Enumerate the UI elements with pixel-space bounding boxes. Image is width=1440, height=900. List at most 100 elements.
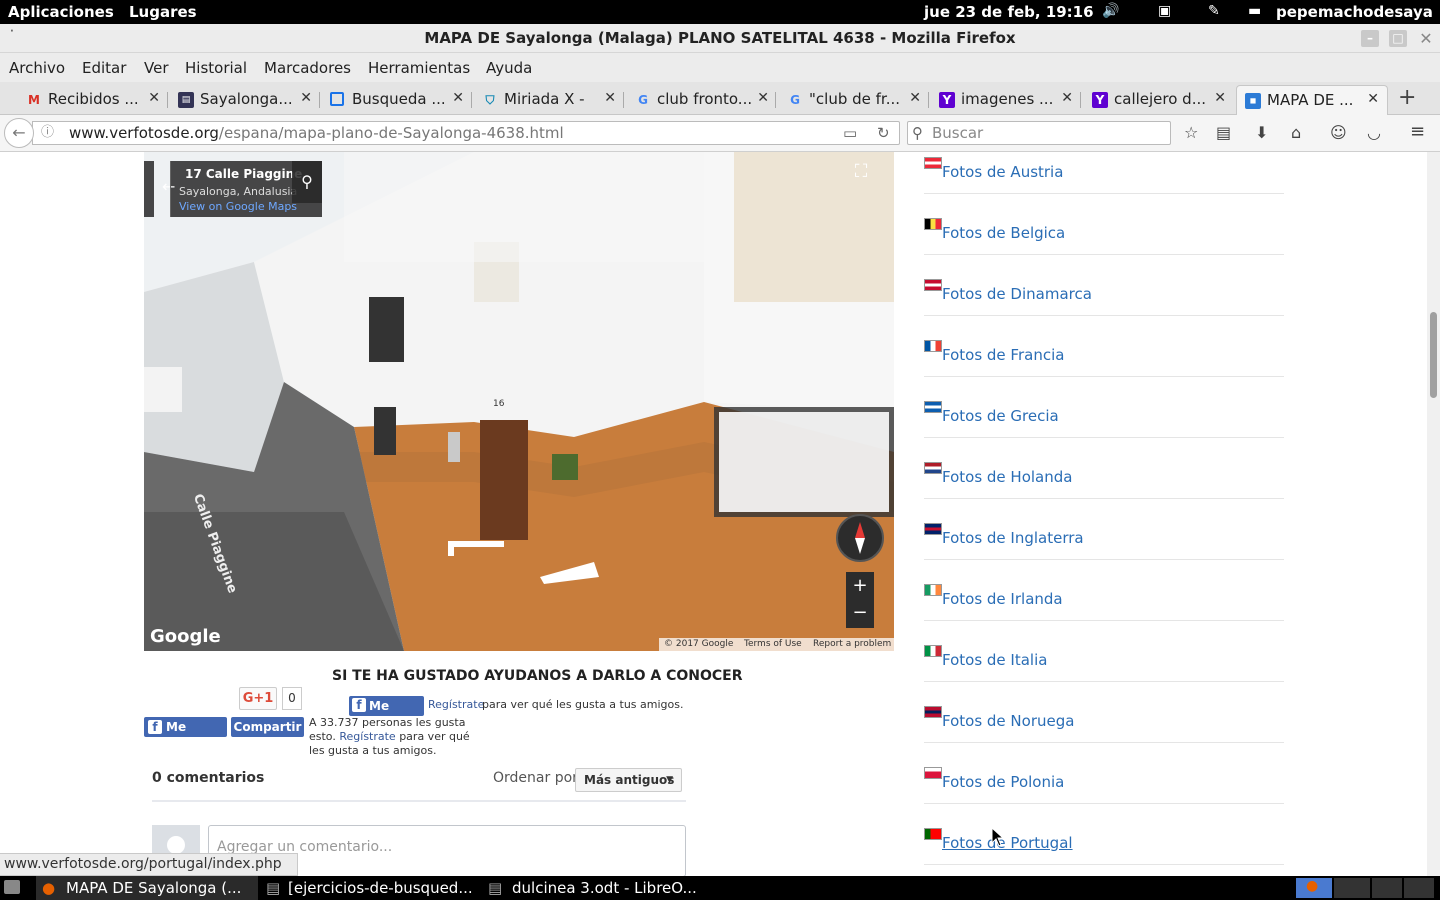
close-tab-icon[interactable]: ✕ <box>909 90 921 106</box>
back-button-panel[interactable] <box>144 161 154 217</box>
close-tab-icon[interactable]: ✕ <box>300 90 312 106</box>
close-tab-icon[interactable]: ✕ <box>148 90 160 106</box>
page-scrollbar[interactable] <box>1427 152 1440 876</box>
places-menu[interactable]: Lugares <box>129 3 197 21</box>
system-top-panel: Aplicaciones Lugares jue 23 de feb, 19:1… <box>0 0 1440 24</box>
country-divider <box>924 620 1284 621</box>
chat-icon[interactable]: ▬ <box>1248 3 1261 19</box>
facebook-register-link-top[interactable]: Regístrate <box>428 698 484 711</box>
tab-gmail[interactable]: M Recibidos ... ✕ <box>18 85 160 115</box>
reload-icon[interactable]: ↻ <box>877 122 890 144</box>
country-link[interactable]: Fotos de Portugal <box>942 834 1073 852</box>
menu-herramientas[interactable]: Herramientas <box>368 59 470 77</box>
home-icon[interactable]: ⌂ <box>1291 123 1301 142</box>
downloads-icon[interactable]: ⬇ <box>1255 123 1268 142</box>
tab-club-fronton[interactable]: G club fronto... ✕ <box>627 85 769 115</box>
network-icon[interactable]: ▣ <box>1158 3 1171 19</box>
fullscreen-icon[interactable]: ⛶ <box>848 161 874 187</box>
applications-menu[interactable]: Aplicaciones <box>8 3 114 21</box>
tab-callejero[interactable]: Y callejero d... ✕ <box>1084 85 1226 115</box>
menu-ayuda[interactable]: Ayuda <box>486 59 532 77</box>
tab-club-de-fr[interactable]: G "club de fr... ✕ <box>779 85 921 115</box>
clock[interactable]: jue 23 de feb, 19:16 <box>924 3 1094 21</box>
workspace-3[interactable] <box>1372 878 1402 898</box>
user-menu[interactable]: pepemachodesaya <box>1276 3 1433 21</box>
facebook-icon: f <box>352 698 366 712</box>
close-tab-icon[interactable]: ✕ <box>1061 90 1073 106</box>
show-desktop-icon[interactable] <box>4 880 20 894</box>
workspace-4[interactable] <box>1404 878 1434 898</box>
tab-sayalonga[interactable]: ▤ Sayalonga... ✕ <box>170 85 312 115</box>
tab-miriada[interactable]: ⛉ Miriada X - ✕ <box>474 85 616 115</box>
close-tab-icon[interactable]: ✕ <box>757 90 769 106</box>
country-link[interactable]: Fotos de Grecia <box>942 407 1059 425</box>
back-button[interactable]: ← <box>4 118 34 148</box>
search-placeholder: Buscar <box>932 124 984 142</box>
search-input[interactable]: ⚲ Buscar <box>907 121 1171 145</box>
new-tab-button[interactable]: + <box>1398 85 1416 110</box>
close-tab-icon[interactable]: ✕ <box>604 90 616 106</box>
sort-dropdown[interactable]: Más antiguos ▼ <box>575 768 682 792</box>
street-view-panorama[interactable]: 16 Calle Piaggine ← 17 Calle Piaggine Sa… <box>144 152 894 651</box>
taskbar-item-document[interactable]: ▤ [ejercicios-de-busqued... <box>262 876 480 900</box>
country-divider <box>924 742 1284 743</box>
taskbar-item-libreoffice[interactable]: ▤ dulcinea 3.odt - LibreO... <box>484 876 704 900</box>
close-tab-icon[interactable]: ✕ <box>1367 91 1379 107</box>
terms-link[interactable]: Terms of Use <box>744 639 802 649</box>
zoom-in-button[interactable]: + <box>846 572 874 599</box>
facebook-share-button[interactable]: Compartir <box>231 717 304 737</box>
volume-icon[interactable]: 🔊 <box>1102 3 1119 19</box>
window-menu-icon[interactable]: · <box>10 17 14 46</box>
country-link[interactable]: Fotos de Dinamarca <box>942 285 1092 303</box>
menu-archivo[interactable]: Archivo <box>9 59 65 77</box>
country-link[interactable]: Fotos de Austria <box>942 163 1063 181</box>
info-icon[interactable]: ⓘ <box>41 122 54 144</box>
country-link[interactable]: Fotos de Polonia <box>942 773 1064 791</box>
close-window-button[interactable]: ✕ <box>1417 30 1435 47</box>
pocket-icon[interactable]: ◡ <box>1367 123 1381 142</box>
hello-icon[interactable]: ☺ <box>1330 123 1347 142</box>
country-link[interactable]: Fotos de Italia <box>942 651 1047 669</box>
tab-mapa-active[interactable]: ◼ MAPA DE ... ✕ <box>1236 85 1388 115</box>
country-link[interactable]: Fotos de Inglaterra <box>942 529 1084 547</box>
menu-ver[interactable]: Ver <box>144 59 169 77</box>
country-link[interactable]: Fotos de Francia <box>942 346 1064 364</box>
gplus-button[interactable]: G+1 <box>239 687 277 710</box>
bookmark-star-icon[interactable]: ☆ <box>1184 123 1198 142</box>
facebook-like-button-top[interactable]: f Me gusta <box>349 696 424 733</box>
workspace-2[interactable] <box>1334 878 1370 898</box>
accessibility-icon[interactable]: ✎ <box>1208 3 1220 19</box>
document-icon: ▤ <box>488 879 503 897</box>
workspace-switcher[interactable]: ● <box>1296 878 1332 898</box>
bookmarks-list-icon[interactable]: ▤ <box>1216 123 1231 142</box>
compass-control[interactable] <box>836 514 884 562</box>
pin-icon[interactable]: ⚲ <box>292 161 322 203</box>
scrollbar-thumb[interactable] <box>1430 312 1437 398</box>
maximize-button[interactable]: □ <box>1389 30 1407 47</box>
country-link[interactable]: Fotos de Irlanda <box>942 590 1063 608</box>
back-arrow-icon[interactable]: ← <box>162 177 175 196</box>
menu-editar[interactable]: Editar <box>82 59 126 77</box>
view-on-google-maps-link[interactable]: View on Google Maps <box>179 200 297 213</box>
menu-historial[interactable]: Historial <box>185 59 247 77</box>
country-divider <box>924 864 1284 865</box>
facebook-register-link[interactable]: Regístrate <box>339 730 395 743</box>
close-tab-icon[interactable]: ✕ <box>1214 90 1226 106</box>
reader-view-icon[interactable]: ▭ <box>843 122 857 144</box>
taskbar-item-firefox[interactable]: ● MAPA DE Sayalonga (... <box>36 876 258 900</box>
tab-label: Miriada X - <box>504 90 585 108</box>
flag-icon <box>924 706 942 718</box>
minimize-button[interactable]: – <box>1361 30 1379 47</box>
country-link[interactable]: Fotos de Noruega <box>942 712 1074 730</box>
hamburger-menu-icon[interactable]: ≡ <box>1410 121 1425 142</box>
url-bar[interactable]: ⓘ www.verfotosde.org/espana/mapa-plano-d… <box>32 121 900 145</box>
facebook-like-button[interactable]: f Me gusta <box>144 717 227 754</box>
close-tab-icon[interactable]: ✕ <box>452 90 464 106</box>
tab-busqueda[interactable]: Busqueda ... ✕ <box>322 85 464 115</box>
menu-marcadores[interactable]: Marcadores <box>264 59 351 77</box>
country-link[interactable]: Fotos de Belgica <box>942 224 1065 242</box>
country-link[interactable]: Fotos de Holanda <box>942 468 1072 486</box>
report-problem-link[interactable]: Report a problem <box>813 639 891 649</box>
zoom-out-button[interactable]: − <box>846 599 874 626</box>
tab-imagenes[interactable]: Y imagenes ... ✕ <box>931 85 1073 115</box>
